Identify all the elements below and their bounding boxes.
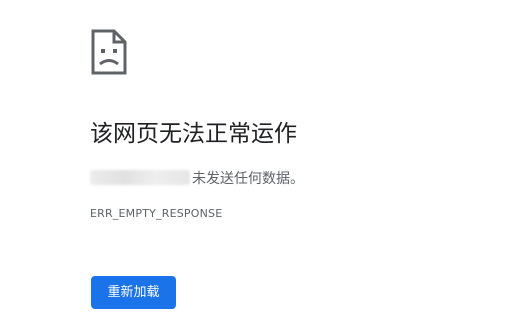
error-message: 未发送任何数据。 bbox=[90, 168, 304, 190]
redacted-hostname bbox=[90, 170, 190, 185]
error-page: 该网页无法正常运作 未发送任何数据。 ERR_EMPTY_RESPONSE 重新… bbox=[0, 0, 532, 335]
reload-button[interactable]: 重新加载 bbox=[91, 276, 176, 309]
error-code: ERR_EMPTY_RESPONSE bbox=[90, 207, 223, 220]
sad-page-icon bbox=[91, 29, 127, 75]
page-title: 该网页无法正常运作 bbox=[90, 121, 297, 147]
error-message-text: 未发送任何数据。 bbox=[192, 171, 304, 187]
